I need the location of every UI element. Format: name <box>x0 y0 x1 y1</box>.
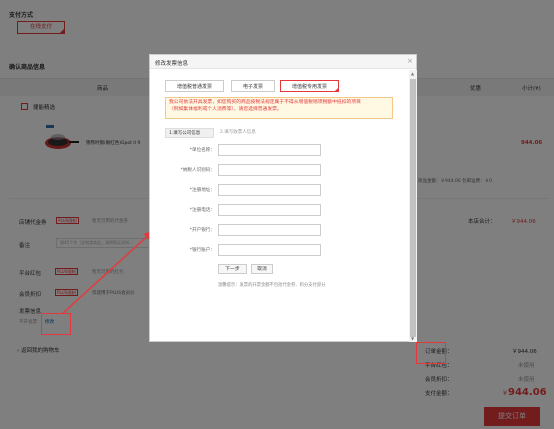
field-label-account: *银行账户： <box>189 248 215 253</box>
invoice-notice: 我公司依法开具发票，如您购买的商品按税法规定属于不得从增值税销项税额中抵扣的项目… <box>165 97 393 119</box>
invoice-modal: 修改发票信息 × 增值税普通发票 电子发票 增值税专用发票 我公司依法开具发票，… <box>149 54 417 342</box>
bank-account-input[interactable] <box>218 244 321 256</box>
invoice-notice-line1: 我公司依法开具发票，如您购买的商品按税法规定属于不得从增值税销项税额中抵扣的项目 <box>169 100 361 105</box>
invoice-notice-line2: （例如集体福利或个人消费等），请您选择普通发票。 <box>169 107 282 112</box>
tab-normal-invoice[interactable]: 增值税普通发票 <box>165 80 224 92</box>
modal-header: 修改发票信息 × <box>150 55 416 69</box>
reg-phone-input[interactable] <box>218 204 321 216</box>
next-step-button[interactable]: 下一步 <box>218 264 247 274</box>
bank-name-input[interactable] <box>218 224 321 236</box>
field-label-address: *注册地址： <box>189 188 215 193</box>
close-icon[interactable]: × <box>407 57 413 65</box>
cancel-button[interactable]: 取消 <box>251 264 273 274</box>
scroll-down-icon[interactable]: ▼ <box>411 336 414 341</box>
step-company-info: 1.填写公司信息 <box>165 128 214 138</box>
company-name-input[interactable] <box>218 144 321 156</box>
field-label-phone: *注册电话： <box>189 208 215 213</box>
tax-id-input[interactable] <box>218 164 321 176</box>
field-label-company: *单位名称： <box>189 148 215 153</box>
field-label-bank: *开户银行： <box>189 228 215 233</box>
step-receiver-info: 2.填写收票人信息 <box>220 130 256 135</box>
scroll-up-icon[interactable]: ▲ <box>411 71 414 76</box>
annotation-highlight-box <box>41 313 71 335</box>
modal-title: 修改发票信息 <box>155 61 189 67</box>
annotation-highlight-box-2 <box>416 342 446 364</box>
scroll-thumb[interactable] <box>410 79 416 337</box>
reg-address-input[interactable] <box>218 184 321 196</box>
tab-special-invoice[interactable]: 增值税专用发票 <box>280 80 339 92</box>
invoice-tip: 温馨提示：发票的开票金额不包括代金券、积分支付部分 <box>218 283 326 288</box>
field-label-taxid: *纳税人识别码： <box>180 168 215 173</box>
tab-electronic-invoice[interactable]: 电子发票 <box>231 80 275 92</box>
modal-scrollbar[interactable]: ▲ ▼ <box>409 70 417 342</box>
